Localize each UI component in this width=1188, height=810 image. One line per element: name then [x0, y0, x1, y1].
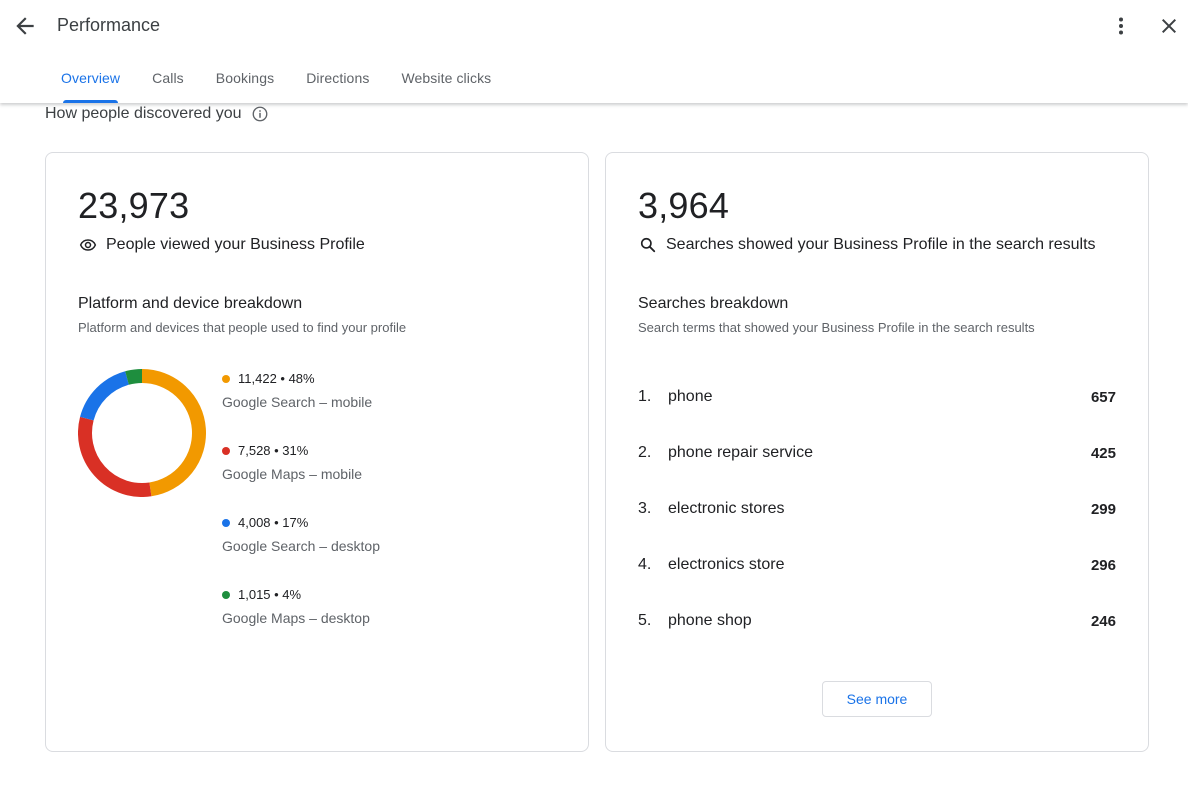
tab-overview[interactable]: Overview — [45, 60, 136, 103]
tab-calls[interactable]: Calls — [136, 60, 200, 103]
legend-swatch — [222, 446, 230, 455]
legend-label: Google Search – mobile — [222, 394, 373, 410]
term-name: electronic stores — [668, 500, 785, 517]
close-icon[interactable] — [1157, 14, 1181, 38]
legend-value: 4,008 • 17% — [238, 515, 309, 530]
platform-donut-chart — [78, 369, 206, 497]
views-total-caption: People viewed your Business Profile — [78, 235, 365, 255]
tab-bookings[interactable]: Bookings — [200, 60, 290, 103]
legend-label: Google Search – desktop — [222, 538, 380, 554]
legend-item: 7,528 • 31% Google Maps – mobile — [222, 443, 380, 515]
tab-website-clicks[interactable]: Website clicks — [385, 60, 507, 103]
term-rank: 2. — [638, 444, 652, 461]
arrow-back-icon[interactable] — [12, 13, 38, 39]
list-item: 5. phone shop 246 — [638, 593, 1116, 649]
term-rank: 1. — [638, 388, 652, 405]
legend-value: 7,528 • 31% — [238, 443, 309, 458]
legend-value: 11,422 • 48% — [238, 371, 315, 386]
term-name: phone — [668, 388, 713, 405]
search-icon — [640, 237, 656, 253]
legend-value: 1,015 • 4% — [238, 587, 302, 602]
legend-swatch — [222, 374, 230, 383]
breakdown-subtitle: Platform and devices that people used to… — [78, 320, 407, 335]
section-heading: How people discovered you — [45, 105, 269, 123]
search-terms-list: 1. phone 657 2. phone repair service 425… — [638, 369, 1116, 649]
profile-views-card: 23,973 People viewed your Business Profi… — [45, 152, 589, 752]
searches-total-label: Searches showed your Business Profile in… — [666, 236, 1096, 253]
tab-directions[interactable]: Directions — [290, 60, 385, 103]
more-vert-icon[interactable] — [1109, 14, 1133, 38]
searches-breakdown-subtitle: Search terms that showed your Business P… — [638, 320, 1035, 335]
legend-item: 1,015 • 4% Google Maps – desktop — [222, 587, 380, 659]
legend-swatch — [222, 518, 230, 527]
views-total-label: People viewed your Business Profile — [106, 236, 365, 253]
page-title: Performance — [57, 15, 161, 35]
term-name: phone repair service — [668, 444, 813, 461]
searches-total: 3,964 — [638, 185, 730, 226]
donut-slice-2 — [80, 371, 130, 421]
donut-legend: 11,422 • 48% Google Search – mobile 7,52… — [222, 371, 380, 659]
term-name: phone shop — [668, 612, 752, 629]
term-count: 299 — [1090, 500, 1116, 518]
info-icon[interactable] — [251, 105, 269, 123]
list-item: 4. electronics store 296 — [638, 537, 1116, 593]
donut-slice-0 — [141, 369, 206, 497]
term-count: 246 — [1090, 612, 1116, 630]
breakdown-title: Platform and device breakdown — [78, 295, 303, 312]
donut-slice-3 — [125, 369, 143, 385]
donut-slice-1 — [78, 416, 152, 497]
legend-label: Google Maps – mobile — [222, 466, 363, 482]
term-rank: 4. — [638, 556, 652, 573]
list-item: 3. electronic stores 299 — [638, 481, 1116, 537]
list-item: 1. phone 657 — [638, 369, 1116, 425]
top-app-bar: Performance Overview Calls Bookings Dire… — [0, 0, 1188, 103]
views-total: 23,973 — [78, 185, 190, 226]
term-rank: 5. — [638, 612, 652, 629]
list-item: 2. phone repair service 425 — [638, 425, 1116, 481]
term-name: electronics store — [668, 556, 785, 573]
term-rank: 3. — [638, 500, 652, 517]
section-heading-label: How people discovered you — [45, 105, 242, 122]
see-more-button[interactable]: See more — [822, 681, 932, 717]
legend-label: Google Maps – desktop — [222, 610, 370, 626]
searches-breakdown-title: Searches breakdown — [638, 295, 789, 312]
eye-icon — [79, 239, 97, 251]
term-count: 657 — [1090, 388, 1116, 406]
searches-card: 3,964 Searches showed your Business Prof… — [605, 152, 1149, 752]
legend-item: 11,422 • 48% Google Search – mobile — [222, 371, 380, 443]
term-count: 296 — [1090, 556, 1116, 574]
legend-swatch — [222, 590, 230, 599]
term-count: 425 — [1090, 444, 1116, 462]
tab-bar: Overview Calls Bookings Directions Websi… — [45, 60, 507, 103]
legend-item: 4,008 • 17% Google Search – desktop — [222, 515, 380, 587]
searches-total-caption: Searches showed your Business Profile in… — [638, 235, 1096, 255]
